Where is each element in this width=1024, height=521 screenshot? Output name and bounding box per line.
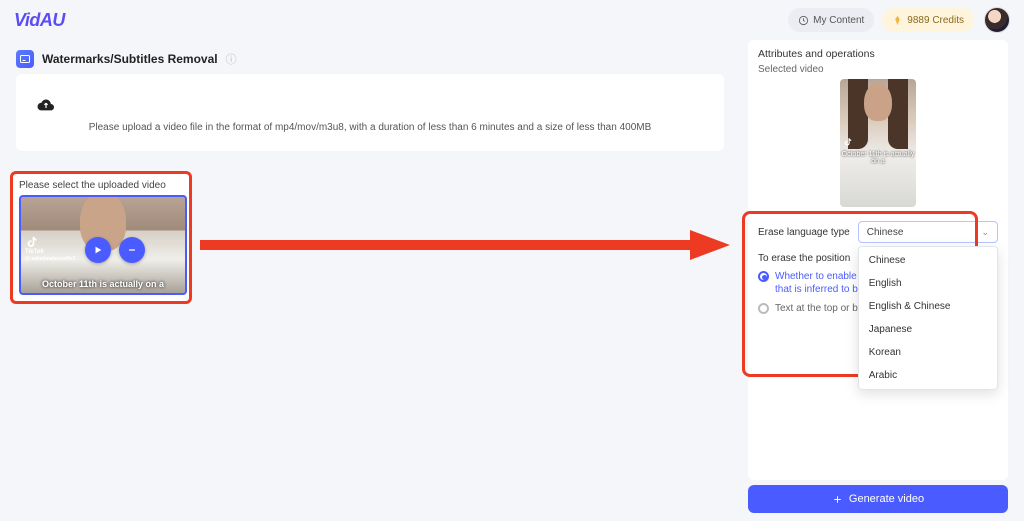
tiktok-icon [25,235,39,249]
option-japanese[interactable]: Japanese [859,318,997,341]
app-header: VidAU My Content 9889 Credits [0,0,1024,40]
tiktok-handle: @ salishmatericoffe3 [25,256,75,262]
erase-language-dropdown: Chinese English English & Chinese Japane… [858,246,998,390]
credits-button[interactable]: 9889 Credits [882,8,974,32]
annotation-arrow [200,230,730,260]
tiktok-icon [843,137,853,147]
avatar[interactable] [984,7,1010,33]
generate-video-button[interactable]: Generate video [748,485,1008,513]
opt2-line1: Text at the top or b [775,302,858,315]
page-title: Watermarks/Subtitles Removal [42,52,218,66]
diamond-icon [892,15,903,26]
erase-language-label: Erase language type [758,227,850,238]
option-arabic[interactable]: Arabic [859,364,997,387]
my-content-button[interactable]: My Content [788,8,874,32]
help-icon[interactable]: ⓘ [226,51,237,67]
chevron-down-icon: ⌄ [981,227,989,238]
option-chinese[interactable]: Chinese [859,249,997,272]
option-english[interactable]: English [859,272,997,295]
erase-language-select[interactable]: Chinese ⌄ Chinese English English & Chin… [858,221,998,243]
feature-icon [16,50,34,68]
radio-checked-icon [758,271,769,282]
radio-unchecked-icon [758,303,769,314]
upload-card[interactable]: Please upload a video file in the format… [16,74,724,151]
upload-hint: Please upload a video file in the format… [36,122,704,133]
option-korean[interactable]: Korean [859,341,997,364]
logo: VidAU [14,10,65,31]
play-button[interactable] [85,237,111,263]
remove-button[interactable] [119,237,145,263]
attributes-panel: Attributes and operations Selected video… [748,40,1008,480]
upload-icon [36,96,704,112]
erase-language-value: Chinese [867,227,904,238]
opt1-line2: that is inferred to b [775,284,858,295]
selected-video-label: Selected video [758,64,998,75]
uploaded-video-selector: Please select the uploaded video TikTok … [10,171,192,304]
selected-video-thumb[interactable]: October 11th is actually on a [840,79,916,207]
panel-title: Attributes and operations [758,48,998,60]
plus-icon [832,494,843,505]
my-content-label: My Content [813,15,864,26]
generate-label: Generate video [849,493,924,505]
opt1-line1: Whether to enable [775,271,857,282]
tiktok-brand: TikTok [25,249,44,255]
thumbnail-caption: October 11th is actually on a [21,279,185,289]
clock-icon [798,15,809,26]
selected-thumb-caption: October 11th is actually on a [840,151,916,165]
select-label: Please select the uploaded video [19,180,183,191]
option-english-chinese[interactable]: English & Chinese [859,295,997,318]
video-thumbnail[interactable]: TikTok @ salishmatericoffe3 October 11th… [19,195,187,295]
credits-label: 9889 Credits [907,15,964,26]
